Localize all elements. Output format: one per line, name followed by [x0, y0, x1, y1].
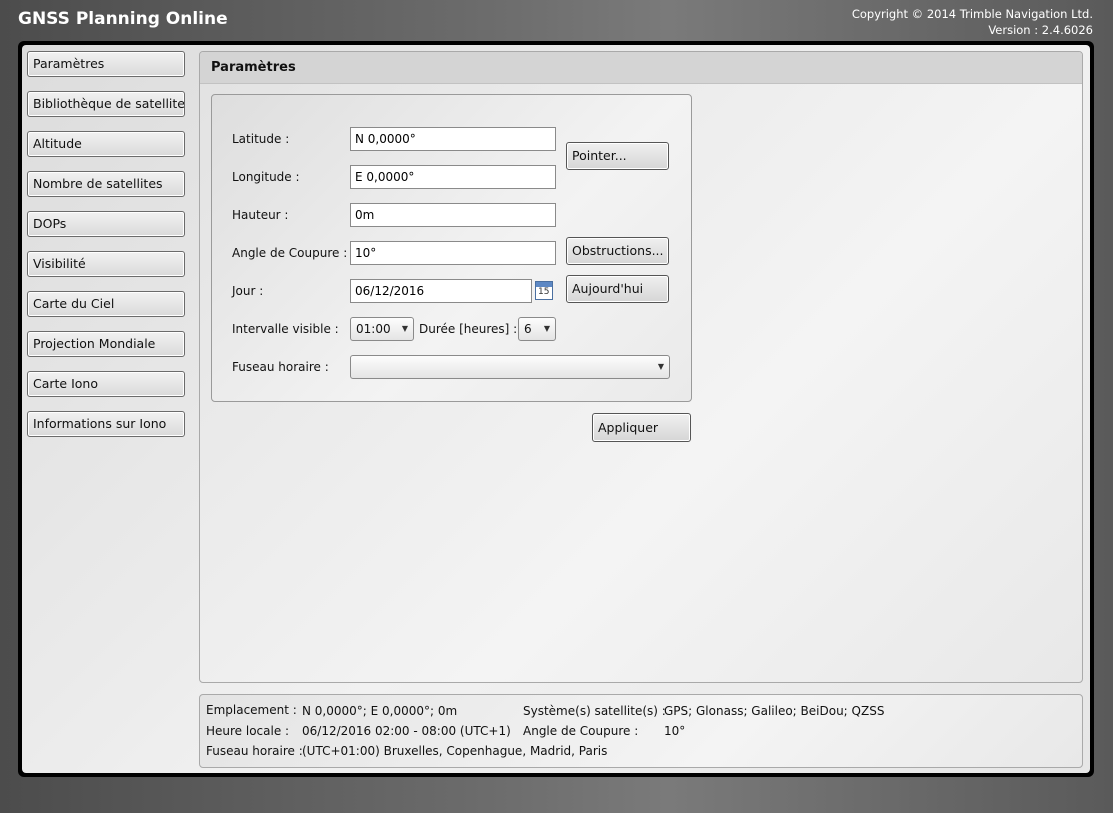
longitude-input[interactable] — [350, 165, 556, 189]
hauteur-label: Hauteur : — [232, 208, 289, 222]
version-text: Version : 2.4.6026 — [988, 23, 1093, 37]
copyright-text: Copyright © 2014 Trimble Navigation Ltd. — [851, 7, 1093, 21]
status-heure-label: Heure locale : — [206, 724, 290, 738]
status-angle-label: Angle de Coupure : — [523, 724, 639, 738]
appliquer-button[interactable]: Appliquer — [592, 413, 691, 442]
copyright-block: Copyright © 2014 Trimble Navigation Ltd.… — [852, 6, 1093, 38]
chevron-down-icon: ▼ — [401, 324, 408, 333]
status-fuseau-value: (UTC+01:00) Bruxelles, Copenhague, Madri… — [302, 744, 608, 758]
sidebar-item-visibilite[interactable]: Visibilité — [27, 251, 185, 277]
duree-select[interactable]: 6 ▼ — [518, 317, 556, 341]
sidebar-item-projection-mondiale[interactable]: Projection Mondiale — [27, 331, 185, 357]
obstructions-button[interactable]: Obstructions... — [566, 237, 669, 265]
sidebar-item-bibliotheque-satellites[interactable]: Bibliothèque de satellites — [27, 91, 185, 117]
pointer-button[interactable]: Pointer... — [566, 142, 669, 170]
status-angle-value: 10° — [664, 724, 686, 738]
aujourdhui-button[interactable]: Aujourd'hui — [566, 275, 669, 303]
main-panel: Paramètres Latitude : Longitude : Pointe… — [199, 51, 1083, 683]
longitude-label: Longitude : — [232, 170, 300, 184]
status-systemes-label: Système(s) satellite(s) : — [523, 704, 666, 718]
jour-input[interactable] — [350, 279, 532, 303]
angle-coupure-input[interactable] — [350, 241, 556, 265]
page-title: Paramètres — [211, 60, 296, 75]
panel-header: Paramètres — [200, 52, 1082, 84]
angle-coupure-label: Angle de Coupure : — [232, 246, 348, 260]
intervalle-visible-value: 01:00 — [356, 322, 391, 336]
latitude-label: Latitude : — [232, 132, 290, 146]
latitude-input[interactable] — [350, 127, 556, 151]
jour-label: Jour : — [232, 284, 264, 298]
status-heure-value: 06/12/2016 02:00 - 08:00 (UTC+1) — [302, 724, 511, 738]
fuseau-horaire-label: Fuseau horaire : — [232, 360, 329, 374]
chevron-down-icon: ▼ — [657, 362, 664, 371]
sidebar-item-nombre-satellites[interactable]: Nombre de satellites — [27, 171, 185, 197]
status-emplacement-label: Emplacement : — [206, 703, 297, 717]
duree-value: 6 — [524, 322, 532, 336]
sidebar-item-parametres[interactable]: Paramètres — [27, 51, 185, 77]
sidebar-item-dops[interactable]: DOPs — [27, 211, 185, 237]
intervalle-visible-label: Intervalle visible : — [232, 322, 339, 336]
duree-label: Durée [heures] : — [419, 322, 518, 336]
app-title: GNSS Planning Online — [18, 9, 228, 29]
status-bar: Emplacement : N 0,0000°; E 0,0000°; 0m S… — [199, 694, 1083, 768]
intervalle-visible-select[interactable]: 01:00 ▼ — [350, 317, 414, 341]
fuseau-horaire-select[interactable]: ▼ — [350, 355, 670, 379]
sidebar-item-altitude[interactable]: Altitude — [27, 131, 185, 157]
sidebar-item-carte-iono[interactable]: Carte Iono — [27, 371, 185, 397]
hauteur-input[interactable] — [350, 203, 556, 227]
status-fuseau-label: Fuseau horaire : — [206, 744, 303, 758]
parameters-form: Latitude : Longitude : Pointer... Hauteu… — [211, 94, 692, 402]
calendar-icon[interactable]: 15 — [535, 281, 553, 300]
status-emplacement-value: N 0,0000°; E 0,0000°; 0m — [302, 704, 458, 718]
sidebar-item-informations-iono[interactable]: Informations sur Iono — [27, 411, 185, 437]
chevron-down-icon: ▼ — [543, 324, 550, 333]
calendar-icon-day: 15 — [538, 287, 550, 297]
status-systemes-value: GPS; Glonass; Galileo; BeiDou; QZSS — [664, 704, 885, 718]
sidebar-item-carte-du-ciel[interactable]: Carte du Ciel — [27, 291, 185, 317]
